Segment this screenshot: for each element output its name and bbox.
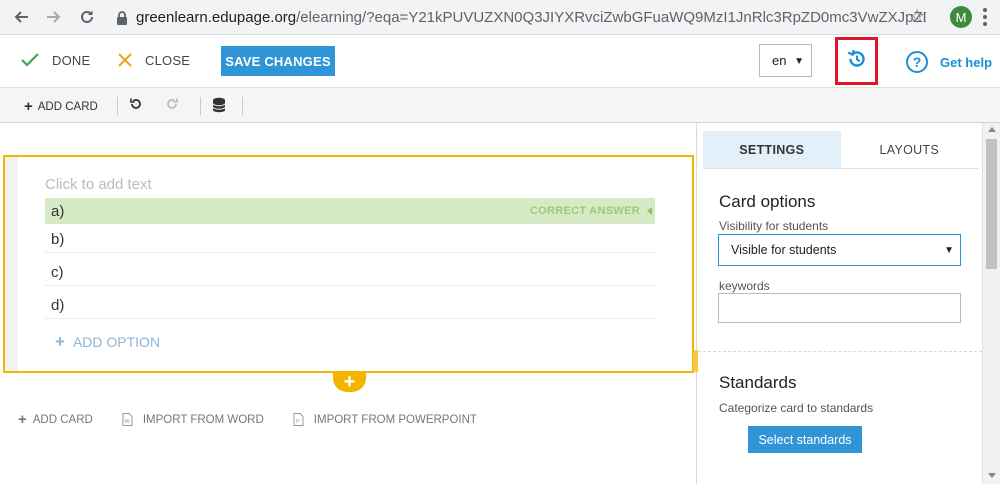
- import-word-link[interactable]: W IMPORT FROM WORD: [122, 413, 264, 426]
- reload-icon[interactable]: [77, 7, 97, 27]
- get-help-label: Get help: [940, 54, 993, 70]
- correct-answer-label: CORRECT ANSWER: [529, 205, 640, 217]
- select-standards-button[interactable]: Select standards: [748, 426, 862, 453]
- browser-menu-icon[interactable]: [983, 8, 987, 26]
- close-icon: [117, 52, 133, 68]
- option-label: c): [51, 264, 64, 281]
- option-label: b): [51, 231, 65, 248]
- lock-icon: [116, 10, 128, 25]
- question-card[interactable]: Click to add text a) CORRECT ANSWER b) c…: [3, 155, 694, 373]
- add-option-label: ADD OPTION: [72, 334, 161, 350]
- avatar[interactable]: M: [950, 6, 972, 28]
- chevron-down-icon: ▼: [944, 245, 954, 256]
- add-card-link[interactable]: + ADD CARD: [18, 411, 93, 428]
- insert-card-button[interactable]: +: [333, 372, 366, 392]
- divider: [117, 97, 118, 115]
- secondary-toolbar: + ADD CARD: [0, 87, 1000, 123]
- word-file-icon: W: [122, 413, 133, 426]
- import-powerpoint-label: IMPORT FROM POWERPOINT: [313, 413, 477, 426]
- browser-bar: greenlearn.edupage.org/elearning/?eqa=Y2…: [0, 0, 1000, 35]
- plus-icon: +: [343, 371, 356, 393]
- help-icon: ?: [906, 51, 928, 73]
- plus-icon: +: [24, 98, 33, 115]
- section-divider: [698, 351, 982, 352]
- visibility-select[interactable]: Visible for students ▼: [718, 234, 961, 266]
- add-card-label: ADD CARD: [32, 413, 93, 426]
- redo-icon[interactable]: [165, 97, 179, 114]
- bookmark-star-icon[interactable]: ☆: [909, 6, 925, 27]
- url-text: greenlearn.edupage.org/elearning/?eqa=Y2…: [136, 9, 926, 26]
- add-card-button[interactable]: + ADD CARD: [24, 98, 98, 115]
- powerpoint-file-icon: P: [293, 413, 304, 426]
- tab-settings[interactable]: SETTINGS: [703, 131, 841, 168]
- standards-title: Standards: [719, 373, 797, 392]
- option-a[interactable]: a) CORRECT ANSWER: [45, 198, 655, 224]
- url-host: greenlearn.edupage.org: [136, 9, 297, 26]
- bottom-actions: + ADD CARD W IMPORT FROM WORD P IMPORT F…: [18, 411, 506, 428]
- tab-layouts[interactable]: LAYOUTS: [841, 131, 979, 168]
- language-select[interactable]: en ▼: [759, 44, 812, 77]
- keywords-input[interactable]: [718, 293, 961, 323]
- divider: [200, 97, 201, 115]
- history-icon: [846, 48, 868, 75]
- card-drag-strip[interactable]: [5, 157, 18, 371]
- get-help-link[interactable]: ? Get help: [906, 51, 992, 73]
- database-icon[interactable]: [212, 97, 226, 116]
- visibility-label: Visibility for students: [719, 219, 829, 233]
- card-options-title: Card options: [719, 192, 816, 211]
- address-bar[interactable]: greenlearn.edupage.org/elearning/?eqa=Y2…: [110, 4, 940, 31]
- svg-text:P: P: [296, 419, 300, 425]
- settings-panel: SETTINGS LAYOUTS Card options Visibility…: [698, 123, 982, 484]
- add-option-button[interactable]: + ADD OPTION: [55, 332, 160, 352]
- scroll-down-icon[interactable]: [988, 473, 996, 478]
- scrollbar-thumb[interactable]: [986, 139, 997, 269]
- plus-icon: +: [18, 411, 27, 428]
- language-value: en: [772, 53, 787, 68]
- plus-icon: +: [55, 332, 65, 351]
- option-b[interactable]: b): [45, 227, 655, 253]
- svg-text:W: W: [124, 419, 130, 425]
- chevron-down-icon: ▼: [794, 56, 804, 67]
- back-arrow-icon[interactable]: [11, 7, 31, 27]
- add-card-label: ADD CARD: [37, 100, 98, 113]
- question-text-placeholder[interactable]: Click to add text: [45, 176, 152, 193]
- url-path: /elearning/?eqa=Y21kPUVUZXN0Q3JIYXRvciZw…: [296, 9, 926, 26]
- scroll-up-icon[interactable]: [988, 127, 996, 132]
- import-word-label: IMPORT FROM WORD: [142, 413, 264, 426]
- caret-left-icon: [647, 207, 652, 215]
- save-changes-button[interactable]: SAVE CHANGES: [221, 46, 335, 76]
- keywords-label: keywords: [719, 279, 770, 293]
- scrollbar[interactable]: [982, 123, 1000, 484]
- history-button[interactable]: [835, 37, 878, 85]
- option-d[interactable]: d): [45, 293, 655, 319]
- close-label: CLOSE: [145, 52, 191, 68]
- divider: [242, 97, 243, 115]
- close-button[interactable]: CLOSE: [117, 52, 190, 68]
- option-label: d): [51, 297, 65, 314]
- editor-area: Click to add text a) CORRECT ANSWER b) c…: [0, 123, 715, 484]
- done-button[interactable]: DONE: [20, 52, 90, 68]
- check-icon: [20, 52, 40, 68]
- panel-tabs: SETTINGS LAYOUTS: [703, 131, 978, 169]
- standards-description: Categorize card to standards: [719, 401, 874, 415]
- forward-arrow-icon[interactable]: [44, 7, 64, 27]
- option-c[interactable]: c): [45, 260, 655, 286]
- done-label: DONE: [52, 52, 91, 68]
- undo-icon[interactable]: [129, 97, 143, 114]
- import-powerpoint-link[interactable]: P IMPORT FROM POWERPOINT: [293, 413, 477, 426]
- visibility-value: Visible for students: [731, 243, 837, 257]
- option-label: a): [51, 202, 65, 220]
